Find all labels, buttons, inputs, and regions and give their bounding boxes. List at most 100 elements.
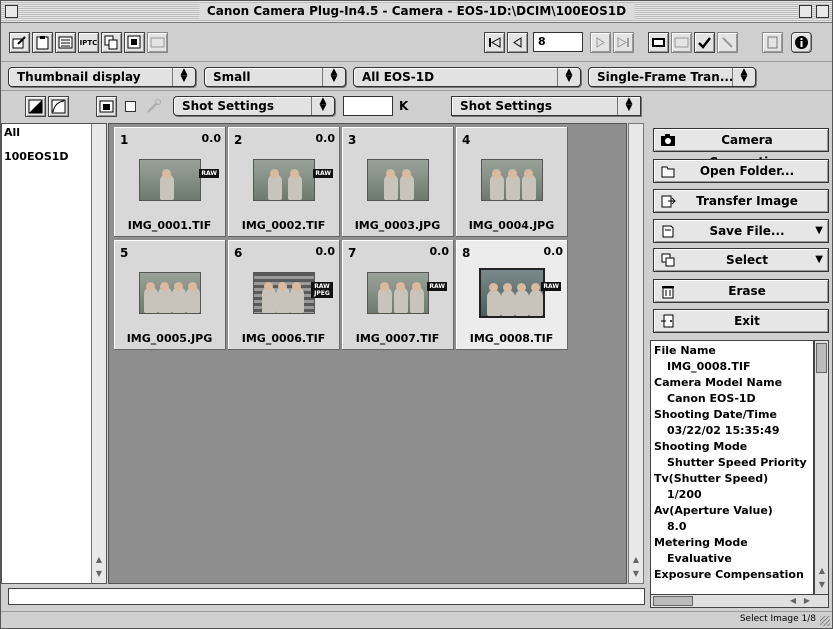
erase-button[interactable]: Erase bbox=[653, 279, 829, 303]
thumbnail-3[interactable]: 3 IMG_0003.JPG bbox=[342, 127, 454, 237]
camera-filter-value: All EOS-1D bbox=[362, 70, 435, 84]
thumbnail-scrollbar[interactable]: ▲ ▼ bbox=[628, 123, 644, 584]
scroll-down-icon[interactable]: ▼ bbox=[92, 567, 106, 581]
frame-number-field[interactable]: 8 bbox=[533, 32, 583, 52]
select-label: Select bbox=[726, 253, 768, 267]
eyedropper-icon[interactable] bbox=[145, 97, 163, 115]
white-balance-icon[interactable] bbox=[96, 96, 117, 117]
info-scrollbar[interactable]: ▲ ▼ bbox=[814, 340, 829, 595]
save-file-button[interactable]: Save File... ▼ bbox=[653, 219, 829, 243]
exit-door-icon bbox=[661, 314, 674, 328]
transfer-image-label: Transfer Image bbox=[696, 194, 798, 208]
folder-scrollbar[interactable]: ▲ ▼ bbox=[91, 124, 106, 583]
info-label: Av(Aperture Value) bbox=[654, 504, 773, 517]
thumbnail-5[interactable]: 5 IMG_0005.JPG bbox=[114, 240, 226, 350]
popup-arrows-icon: ▲ ▼ bbox=[330, 67, 338, 84]
kelvin-unit-label: K bbox=[399, 99, 409, 113]
trash-icon bbox=[662, 286, 674, 299]
settings-checkbox[interactable] bbox=[125, 101, 136, 112]
info-label: Shooting Mode bbox=[654, 440, 748, 453]
thumbnail-4[interactable]: 4 IMG_0004.JPG bbox=[456, 127, 568, 237]
kelvin-input[interactable] bbox=[343, 96, 393, 116]
scroll-thumb[interactable] bbox=[653, 596, 693, 606]
edit-icon[interactable] bbox=[9, 32, 30, 53]
transfer-mode-select[interactable]: Single-Frame Tran... ▲ ▼ bbox=[588, 67, 756, 87]
photo-preview bbox=[139, 272, 201, 314]
computer-view-icon[interactable] bbox=[671, 32, 692, 53]
next-frame-icon[interactable] bbox=[590, 32, 611, 53]
thumbnail-1[interactable]: 1 0.0 RAW IMG_0001.TIF bbox=[114, 127, 226, 237]
thumbnail-filename: IMG_0001.TIF bbox=[127, 219, 212, 232]
file-badge: RAW bbox=[313, 169, 333, 178]
transfer-image-button[interactable]: Transfer Image bbox=[653, 189, 829, 213]
shot-settings-select[interactable]: Shot Settings ▲ ▼ bbox=[173, 96, 335, 116]
exit-button[interactable]: Exit bbox=[653, 309, 829, 333]
uncheck-icon[interactable] bbox=[717, 32, 738, 53]
scroll-left-icon[interactable]: ◀ bbox=[786, 594, 800, 608]
popup-arrows-icon: ▲ ▼ bbox=[740, 67, 748, 84]
info-label: Shooting Date/Time bbox=[654, 408, 777, 421]
collapse-box[interactable] bbox=[816, 5, 829, 18]
scroll-down-icon[interactable]: ▼ bbox=[815, 578, 829, 592]
info-value: Canon EOS-1D bbox=[667, 392, 756, 405]
popup-arrows-icon: ▲ ▼ bbox=[180, 67, 188, 84]
info-value: 8.0 bbox=[667, 520, 687, 533]
scroll-down-icon[interactable]: ▼ bbox=[629, 567, 643, 581]
thumbnail-index: 1 bbox=[120, 133, 129, 147]
photo-preview bbox=[479, 268, 545, 318]
info-horizontal-scrollbar[interactable]: ◀ ▶ bbox=[650, 594, 829, 608]
scroll-up-icon[interactable]: ▲ bbox=[815, 564, 829, 578]
shot-settings-select-2[interactable]: Shot Settings ▲ ▼ bbox=[451, 96, 641, 116]
info-label: Camera Model Name bbox=[654, 376, 783, 389]
info-label: Exposure Compensation bbox=[654, 568, 804, 581]
open-folder-button[interactable]: Open Folder... bbox=[653, 159, 829, 183]
scroll-thumb[interactable] bbox=[816, 343, 827, 373]
curve-icon[interactable] bbox=[48, 96, 69, 117]
thumbnail-grid: 1 0.0 RAW IMG_0001.TIF 2 0.0 RAW IMG_000… bbox=[108, 123, 627, 584]
info-icon[interactable] bbox=[791, 32, 812, 53]
rotate-icon[interactable] bbox=[762, 32, 783, 53]
thumbnail-index: 7 bbox=[348, 246, 357, 260]
open-folder-label: Open Folder... bbox=[699, 164, 795, 178]
popup-divider bbox=[732, 68, 733, 86]
window-title: Canon Camera Plug-In4.5 - Camera - EOS-1… bbox=[198, 3, 635, 20]
camera-connection-button[interactable]: Camera Connection bbox=[653, 128, 829, 169]
folder-all[interactable]: All bbox=[4, 126, 20, 139]
previous-frame-icon[interactable] bbox=[507, 32, 528, 53]
resize-grip-icon[interactable] bbox=[820, 616, 830, 626]
zoom-box[interactable] bbox=[799, 5, 812, 18]
title-bar[interactable]: Canon Camera Plug-In4.5 - Camera - EOS-1… bbox=[1, 1, 832, 23]
transfer-mode-value: Single-Frame Tran... bbox=[597, 70, 734, 84]
copy-icon[interactable] bbox=[101, 32, 122, 53]
select-button[interactable]: Select ▼ bbox=[653, 248, 829, 272]
clipboard-icon[interactable] bbox=[32, 32, 53, 53]
thumbnail-7[interactable]: 7 0.0 RAW IMG_0007.TIF bbox=[342, 240, 454, 350]
erase-label: Erase bbox=[728, 284, 766, 298]
thumbnail-value: 0.0 bbox=[201, 132, 222, 145]
thumbnail-filename: IMG_0002.TIF bbox=[241, 219, 326, 232]
camera-view-icon[interactable] bbox=[648, 32, 669, 53]
close-box[interactable] bbox=[5, 5, 18, 18]
image-icon[interactable] bbox=[147, 32, 168, 53]
size-select[interactable]: Small ▲ ▼ bbox=[204, 67, 346, 87]
last-frame-icon[interactable] bbox=[613, 32, 634, 53]
display-mode-select[interactable]: Thumbnail display ▲ ▼ bbox=[8, 67, 196, 87]
first-frame-icon[interactable] bbox=[484, 32, 505, 53]
info-label: Tv(Shutter Speed) bbox=[654, 472, 769, 485]
exposure-icon[interactable] bbox=[25, 96, 46, 117]
thumbnail-value: 0.0 bbox=[429, 245, 450, 258]
thumbnail-2[interactable]: 2 0.0 RAW IMG_0002.TIF bbox=[228, 127, 340, 237]
app-window: Canon Camera Plug-In4.5 - Camera - EOS-1… bbox=[0, 0, 833, 629]
scroll-up-icon[interactable]: ▲ bbox=[629, 553, 643, 567]
thumbnail-6[interactable]: 6 0.0 RAW JPEG IMG_0006.TIF bbox=[228, 240, 340, 350]
scroll-right-icon[interactable]: ▶ bbox=[800, 594, 814, 608]
thumbnail-filename: IMG_0008.TIF bbox=[469, 332, 554, 345]
folder-100eos1d[interactable]: 100EOS1D bbox=[4, 150, 69, 163]
checkmark-icon[interactable] bbox=[694, 32, 715, 53]
iptc-button[interactable]: IPTC bbox=[78, 32, 99, 53]
settings-icon[interactable] bbox=[124, 32, 145, 53]
camera-filter-select[interactable]: All EOS-1D ▲ ▼ bbox=[353, 67, 581, 87]
thumbnail-8[interactable]: 8 0.0 RAW IMG_0008.TIF bbox=[456, 240, 568, 350]
scroll-up-icon[interactable]: ▲ bbox=[92, 553, 106, 567]
list-icon[interactable] bbox=[55, 32, 76, 53]
